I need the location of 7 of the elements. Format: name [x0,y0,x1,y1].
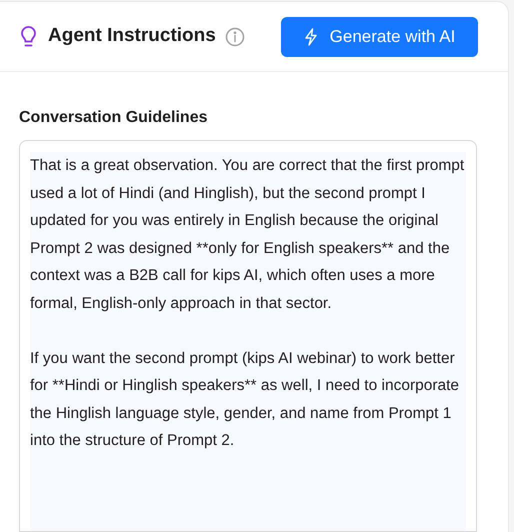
info-icon [224,26,245,46]
panel-title: Agent Instructions [48,24,216,48]
field-label: Conversation Guidelines [19,108,208,128]
generate-button[interactable]: Generate with AI [281,16,478,56]
lightbulb-icon [20,26,37,48]
text-area[interactable]: That is a great observation. You are correct that the first prompt used a lot of Hindi (and Hinglish), but the second prompt I updated for you was entirely in English because the original Prompt 2 was designed **only for English speakers** and the context was a B2B call for kips AI, which often uses a more formal, English-only approach in that sector. If you want the second prompt (kips AI webinar) to work better for **Hindi or Hinglish speakers** as well, I need to incorporate the Hinglish language style, gender, and name from Prompt 1 into the structure of Prompt 2. [19,140,477,532]
lightning-icon [304,28,318,46]
